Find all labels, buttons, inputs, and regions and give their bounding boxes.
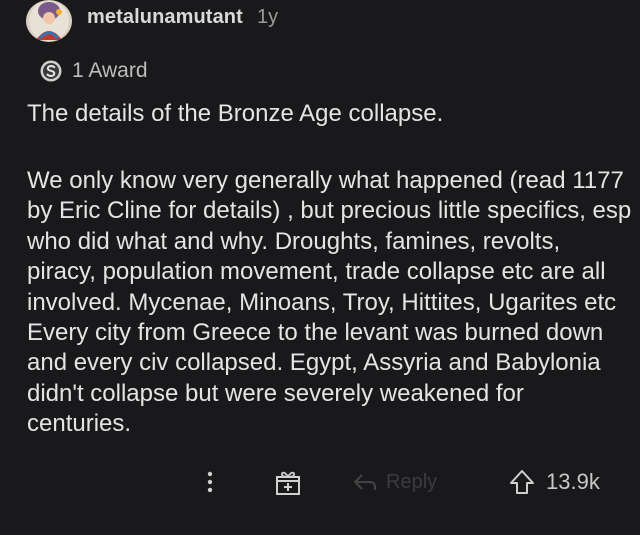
award-icon [40,60,62,82]
upvote-button[interactable]: 13.9k [508,466,600,498]
award-row[interactable]: 1 Award [40,57,148,85]
vertical-ellipsis-icon[interactable] [201,467,219,497]
comment-paragraph: We only know very generally what happene… [27,167,632,438]
reply-label: Reply [386,470,438,493]
reply-arrow-icon [354,474,376,490]
reply-button[interactable]: Reply [352,466,437,498]
user-avatar[interactable] [26,0,72,42]
comment-paragraph: The details of the Bronze Age collapse. [27,100,444,127]
gift-icon[interactable] [274,467,302,497]
comment-age: 1y [257,6,279,28]
vote-score: 13.9k [546,469,600,494]
comment-actions: Reply 13.9k [0,462,640,502]
upvote-arrow-icon [510,470,534,494]
username[interactable]: metalunamutant [87,6,243,29]
comment: metalunamutant 1y 1 Award The details of… [0,0,640,535]
award-count: 1 Award [72,59,148,82]
